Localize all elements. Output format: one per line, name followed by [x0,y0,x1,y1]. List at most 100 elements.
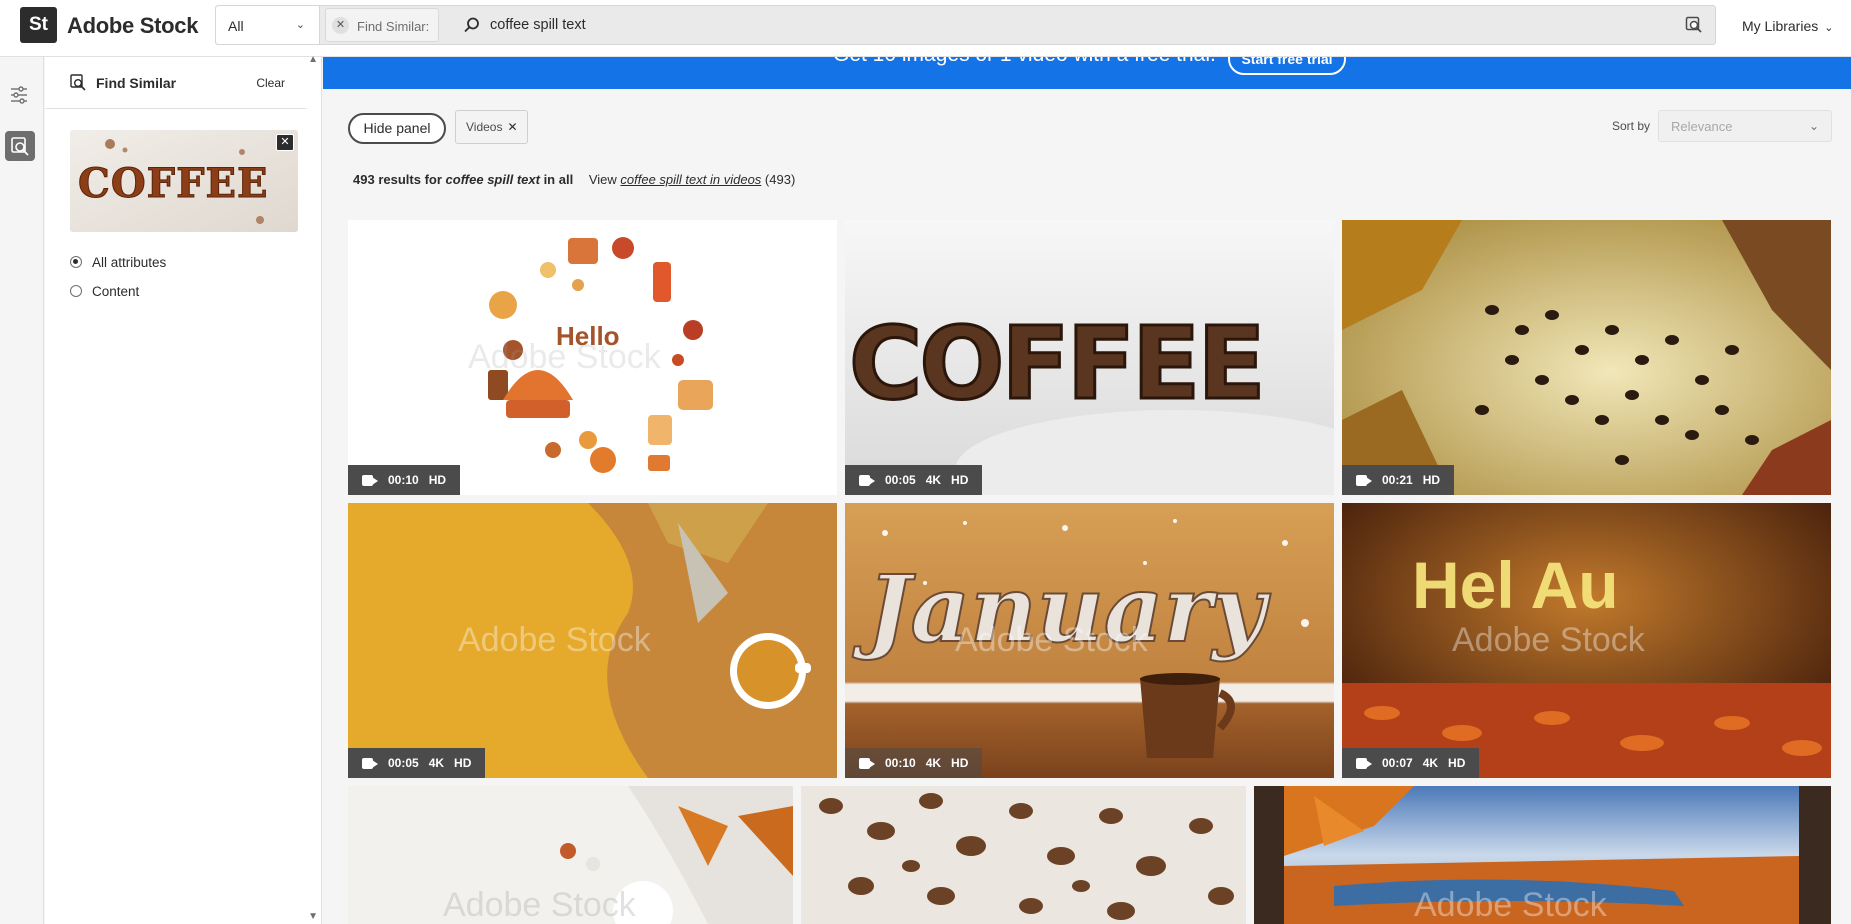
video-badge: 00:21 HD [1342,465,1455,495]
video-thumbnail [801,786,1246,924]
video-camera-icon [362,757,378,769]
radio-unselected-icon [70,285,82,297]
results-query: coffee spill text [445,172,540,187]
reference-image-thumbnail: COFFEE ✕ [70,130,298,232]
tile-watermark: Adobe Stock [468,338,661,376]
tile-watermark: Adobe Stock [458,621,651,659]
video-badge: 00:07 4K HD [1342,748,1480,778]
video-camera-icon [859,757,875,769]
video-badge: 00:10 4K HD [845,748,983,778]
tile-watermark: Adobe Stock [443,886,636,924]
sort-by-label: Sort by [1612,119,1651,133]
scope-value: All [228,18,244,34]
video-duration: 00:10 [885,756,916,770]
video-duration: 00:21 [1382,473,1413,487]
result-tile[interactable]: Adobe Stock [1254,786,1831,924]
close-icon[interactable]: ✕ [507,120,517,134]
chevron-down-icon: ⌄ [1808,119,1819,133]
result-tile[interactable]: COFFEE 00:05 4K HD [845,220,1334,495]
scroll-up-arrow[interactable]: ▲ [308,54,318,65]
video-duration: 00:05 [885,473,916,487]
remove-find-similar-button[interactable]: ✕ [332,17,349,34]
my-libraries-label: My Libraries [1742,18,1819,34]
banner-text: Get 10 images or 1 video with a free tri… [833,57,1216,67]
video-thumbnail [1342,220,1831,495]
result-tile[interactable] [801,786,1246,924]
search-input[interactable]: coffee spill text [490,17,586,33]
sort-value: Relevance [1671,119,1733,134]
option-label: Content [92,284,140,299]
video-duration: 00:10 [388,473,419,487]
scroll-down-arrow[interactable]: ▼ [308,911,318,922]
filter-chip-videos[interactable]: Videos ✕ [455,110,528,144]
option-label: All attributes [92,255,167,270]
video-badge: 00:10 HD [348,465,461,495]
result-tile[interactable]: 00:21 HD [1342,220,1831,495]
free-trial-banner: Get 10 images or 1 video with a free tri… [323,57,1851,89]
adobe-stock-logo[interactable]: St [20,7,57,43]
start-free-trial-button[interactable]: Start free trial [1228,57,1346,75]
left-rail [0,57,44,924]
search-icon[interactable] [463,16,481,34]
tile-watermark: Adobe Stock [1452,621,1645,659]
video-quality: 4K [925,473,942,487]
video-quality: 4K [428,756,445,770]
video-badge: 00:05 4K HD [845,465,983,495]
option-all-attributes[interactable]: All attributes [70,255,166,270]
top-header: St Adobe Stock All ⌄ ✕ Find Similar: cof… [0,0,1851,57]
view-prefix: View [588,172,617,187]
chevron-down-icon: ⌄ [1824,22,1834,34]
results-summary: 493 results for coffee spill text in all… [353,172,795,187]
results-count: 493 [353,172,375,187]
video-duration: 00:05 [388,756,419,770]
clear-button[interactable]: Clear [256,76,285,90]
app-title[interactable]: Adobe Stock [67,13,198,39]
search-bar: All ⌄ ✕ Find Similar: coffee spill text [215,5,1716,45]
find-similar-rail-button[interactable] [5,131,35,161]
remove-reference-button[interactable]: ✕ [276,134,294,151]
my-libraries-button[interactable]: My Libraries ⌄ [1742,18,1833,34]
chevron-down-icon: ⌄ [295,19,305,31]
find-similar-icon [70,74,86,91]
find-similar-chip: ✕ Find Similar: [325,8,439,42]
tile-caption: COFFEE [849,305,1263,422]
tile-caption: Hel Au [1412,548,1619,622]
tile-watermark: Adobe Stock [955,621,1148,659]
result-tile[interactable]: Adobe Stock 00:05 4K HD [348,503,837,778]
results-for-label: results for [378,172,442,187]
find-similar-panel: ▲ Find Similar Clear COFFEE ✕ All attrib… [45,54,322,924]
video-quality: 4K [925,756,942,770]
video-quality: HD [951,473,969,487]
sort-select[interactable]: Relevance ⌄ [1658,110,1832,142]
radio-selected-icon [70,256,82,268]
video-camera-icon [1356,757,1372,769]
hide-panel-button[interactable]: Hide panel [348,113,446,144]
tile-watermark: Adobe Stock [1414,886,1607,924]
video-quality: HD [951,756,969,770]
results-scope: in all [543,172,574,187]
view-count: (493) [764,172,796,187]
video-duration: 00:07 [1382,756,1413,770]
panel-title: Find Similar [96,75,177,91]
thumbnail-text: COFFEE [78,160,268,207]
visual-search-icon[interactable] [1685,16,1703,34]
video-camera-icon [362,474,378,486]
result-tile[interactable]: Hello Adobe Stock 00:10 HD [348,220,837,495]
video-quality: HD [1448,756,1466,770]
option-content[interactable]: Content [70,284,139,299]
video-camera-icon [859,474,875,486]
video-quality: HD [454,756,472,770]
search-scope-select[interactable]: All ⌄ [216,6,320,44]
reference-image: COFFEE [70,130,298,232]
result-tile[interactable]: Adobe Stock [348,786,793,924]
result-tile[interactable]: Hel Au Adobe Stock 00:07 4K HD [1342,503,1831,778]
filters-icon[interactable] [9,85,29,105]
panel-header: Find Similar Clear [45,57,307,109]
view-in-videos-link[interactable]: coffee spill text in videos [620,172,761,187]
find-similar-icon [11,137,29,156]
video-quality: HD [428,473,447,487]
result-tile[interactable]: January Adobe Stock 00:10 4K HD [845,503,1334,778]
video-thumbnail: COFFEE [845,220,1334,495]
filter-chip-label: Videos [466,120,503,134]
video-quality: HD [1422,473,1441,487]
